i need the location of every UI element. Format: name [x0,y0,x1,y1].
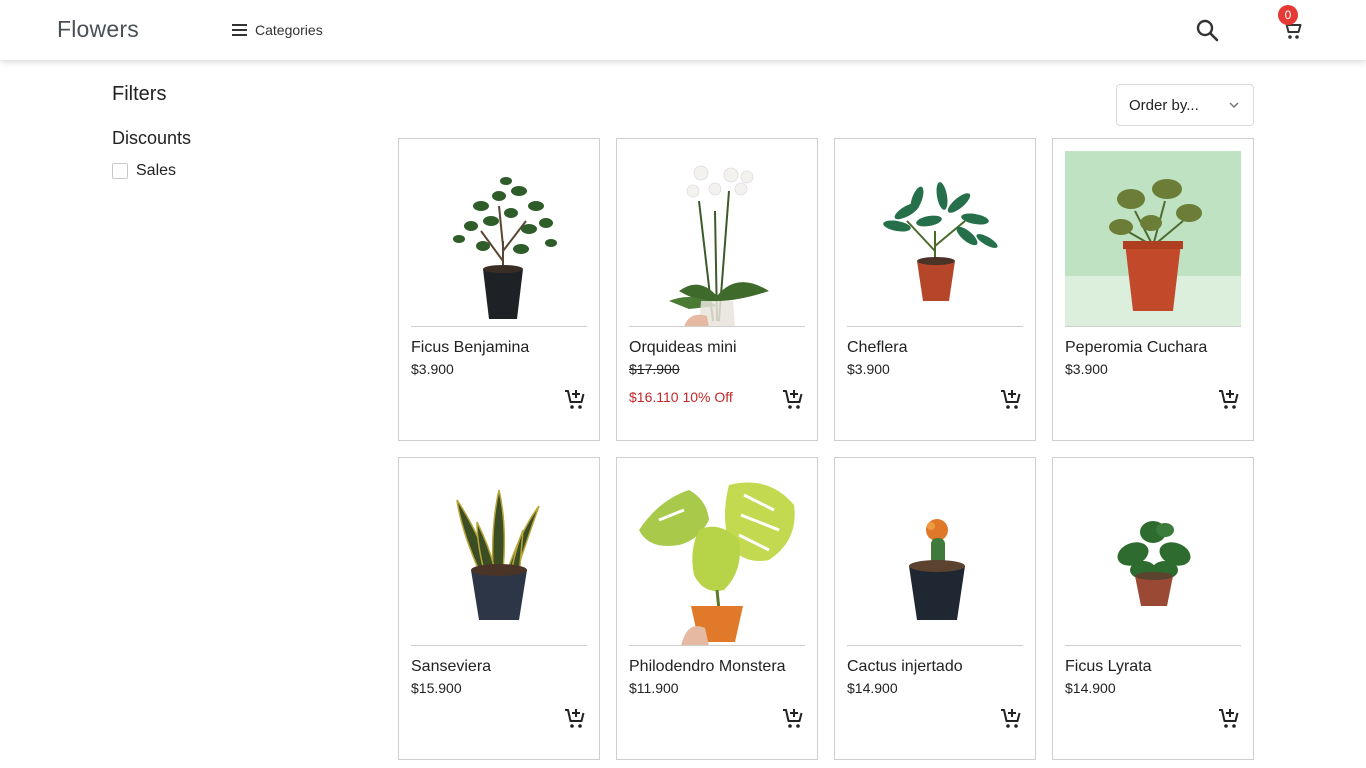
product-price: $14.900 [1065,680,1116,696]
discounts-heading: Discounts [112,128,192,148]
product-card[interactable]: Cheflera $3.900 [834,138,1036,441]
ficus-benjamina-plant [411,151,587,326]
product-image[interactable] [411,470,587,646]
search-icon[interactable] [1195,18,1219,42]
ficus-lyrata-plant [1065,470,1241,645]
menu-icon [232,24,247,36]
product-image[interactable] [847,151,1023,327]
cart-count-badge: 0 [1278,5,1298,25]
product-card[interactable]: Ficus Benjamina $3.900 [398,138,600,441]
sanseviera-plant [411,470,587,645]
product-name[interactable]: Ficus Lyrata [1065,658,1152,676]
order-by-select[interactable]: Order by... [1116,84,1254,126]
product-card[interactable]: Philodendro Monstera $11.900 [616,457,818,760]
categories-menu-button[interactable]: Categories [231,19,323,41]
product-image[interactable] [1065,470,1241,646]
chevron-down-icon [1229,102,1239,109]
product-name[interactable]: Philodendro Monstera [629,658,786,676]
product-name[interactable]: Peperomia Cuchara [1065,339,1207,357]
grafted-cactus-plant [847,470,1023,645]
product-image[interactable] [629,151,805,327]
product-name[interactable]: Orquideas mini [629,339,737,357]
add-to-cart-icon[interactable] [1217,387,1241,411]
add-to-cart-icon[interactable] [781,387,805,411]
product-name[interactable]: Cactus injertado [847,658,963,676]
peperomia-plant [1065,151,1241,326]
product-price: $14.900 [847,680,898,696]
product-image[interactable] [1065,151,1241,327]
categories-label: Categories [255,22,323,38]
product-name[interactable]: Cheflera [847,339,907,357]
add-to-cart-icon[interactable] [563,706,587,730]
sales-label: Sales [136,162,177,179]
add-to-cart-icon[interactable] [999,387,1023,411]
product-name[interactable]: Sanseviera [411,658,491,676]
product-card[interactable]: Peperomia Cuchara $3.900 [1052,138,1254,441]
product-image[interactable] [411,151,587,327]
add-to-cart-icon[interactable] [563,387,587,411]
product-old-price: $17.900 [629,361,680,377]
product-sale-price: $16.110 10% Off [629,389,733,405]
product-name[interactable]: Ficus Benjamina [411,339,529,357]
product-price: $3.900 [847,361,890,377]
filters-heading: Filters [112,83,167,105]
product-price: $3.900 [411,361,454,377]
add-to-cart-icon[interactable] [1217,706,1241,730]
orchid-plant [629,151,805,326]
sales-checkbox[interactable] [112,163,128,179]
sales-filter[interactable]: Sales [112,162,176,180]
cheflera-plant [847,151,1023,326]
product-card[interactable]: Sanseviera $15.900 [398,457,600,760]
product-image[interactable] [847,470,1023,646]
order-by-label: Order by... [1129,96,1199,114]
product-price: $15.900 [411,680,462,696]
add-to-cart-icon[interactable] [781,706,805,730]
product-card[interactable]: Orquideas mini $17.900 $16.110 10% Off [616,138,818,441]
product-price: $11.900 [629,680,679,696]
product-price: $3.900 [1065,361,1108,377]
brand-logo[interactable]: Flowers [57,16,139,43]
top-navbar: Flowers Categories 0 [0,0,1366,60]
product-card[interactable]: Ficus Lyrata $14.900 [1052,457,1254,760]
add-to-cart-icon[interactable] [999,706,1023,730]
product-image[interactable] [629,470,805,646]
monstera-plant [629,470,805,645]
product-card[interactable]: Cactus injertado $14.900 [834,457,1036,760]
